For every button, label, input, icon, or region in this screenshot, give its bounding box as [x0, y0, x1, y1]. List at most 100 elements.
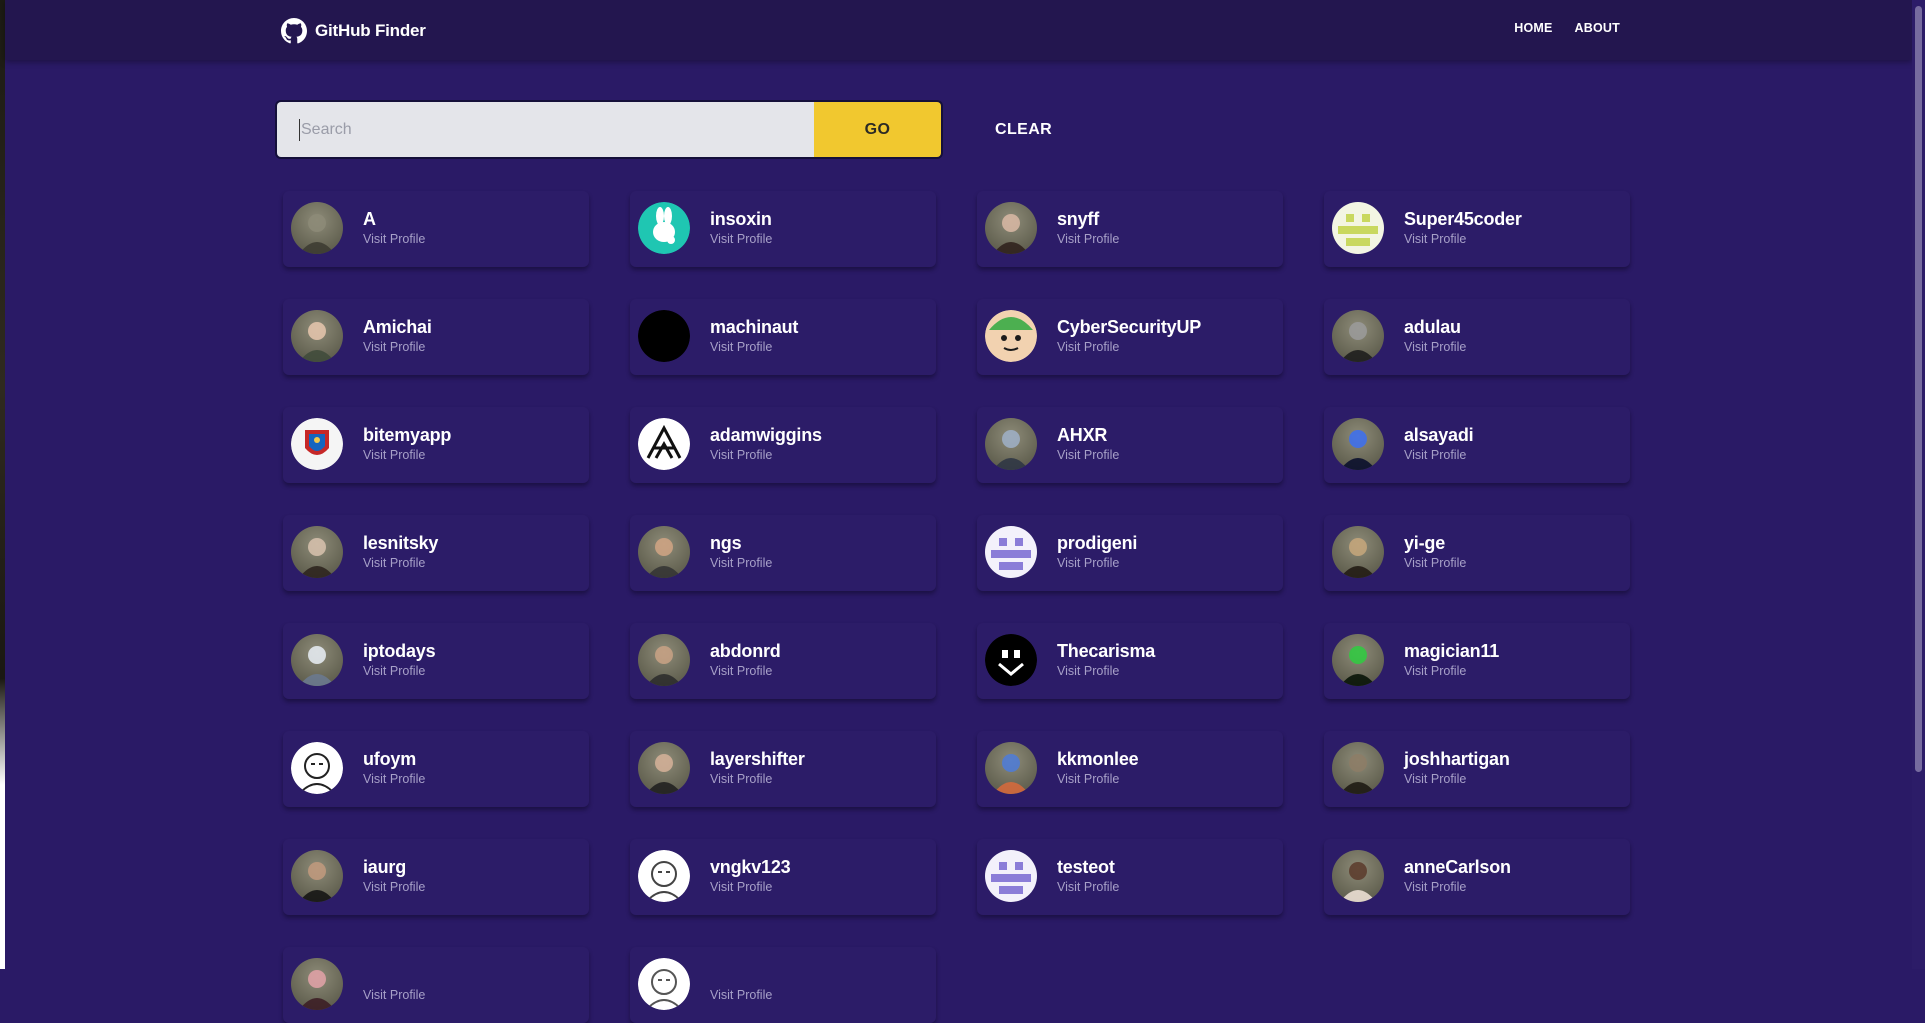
user-card[interactable]: insoxin Visit Profile: [630, 191, 936, 267]
user-avatar[interactable]: [638, 958, 690, 1010]
user-avatar[interactable]: [638, 526, 690, 578]
user-card[interactable]: joshhartigan Visit Profile: [1324, 731, 1630, 807]
user-card[interactable]: adamwiggins Visit Profile: [630, 407, 936, 483]
user-avatar[interactable]: [1332, 202, 1384, 254]
visit-profile-link[interactable]: Visit Profile: [710, 448, 772, 462]
user-card[interactable]: ufoym Visit Profile: [283, 731, 589, 807]
search-box: [275, 100, 814, 159]
user-avatar[interactable]: [638, 742, 690, 794]
user-avatar[interactable]: [985, 202, 1037, 254]
user-avatar[interactable]: [638, 202, 690, 254]
nav-about-link[interactable]: ABOUT: [1575, 21, 1620, 35]
clear-button[interactable]: CLEAR: [989, 120, 1058, 140]
user-avatar[interactable]: [291, 634, 343, 686]
user-avatar[interactable]: [291, 526, 343, 578]
go-button[interactable]: GO: [814, 100, 943, 159]
user-avatar[interactable]: [985, 742, 1037, 794]
user-card[interactable]: prodigeni Visit Profile: [977, 515, 1283, 591]
visit-profile-link[interactable]: Visit Profile: [1057, 664, 1119, 678]
visit-profile-link[interactable]: Visit Profile: [363, 664, 425, 678]
visit-profile-link[interactable]: Visit Profile: [1404, 880, 1466, 894]
visit-profile-link[interactable]: Visit Profile: [1057, 448, 1119, 462]
user-avatar[interactable]: [1332, 526, 1384, 578]
user-card[interactable]: abdonrd Visit Profile: [630, 623, 936, 699]
user-avatar[interactable]: [638, 850, 690, 902]
user-avatar[interactable]: [291, 202, 343, 254]
visit-profile-link[interactable]: Visit Profile: [710, 988, 772, 1002]
user-avatar[interactable]: [1332, 634, 1384, 686]
visit-profile-link[interactable]: Visit Profile: [363, 880, 425, 894]
visit-profile-link[interactable]: Visit Profile: [710, 340, 772, 354]
user-card[interactable]: Amichai Visit Profile: [283, 299, 589, 375]
user-avatar[interactable]: [985, 526, 1037, 578]
user-avatar[interactable]: [291, 958, 343, 1010]
user-avatar[interactable]: [1332, 418, 1384, 470]
user-avatar[interactable]: [638, 310, 690, 362]
user-card[interactable]: magician11 Visit Profile: [1324, 623, 1630, 699]
user-avatar[interactable]: [985, 850, 1037, 902]
user-avatar[interactable]: [1332, 310, 1384, 362]
user-avatar[interactable]: [1332, 742, 1384, 794]
user-avatar[interactable]: [291, 310, 343, 362]
user-card[interactable]: ngs Visit Profile: [630, 515, 936, 591]
user-card[interactable]: yi-ge Visit Profile: [1324, 515, 1630, 591]
visit-profile-link[interactable]: Visit Profile: [363, 988, 425, 1002]
visit-profile-link[interactable]: Visit Profile: [363, 340, 425, 354]
user-card[interactable]: iaurg Visit Profile: [283, 839, 589, 915]
user-avatar[interactable]: [1332, 850, 1384, 902]
visit-profile-link[interactable]: Visit Profile: [710, 664, 772, 678]
user-avatar[interactable]: [985, 418, 1037, 470]
user-card[interactable]: adulau Visit Profile: [1324, 299, 1630, 375]
visit-profile-link[interactable]: Visit Profile: [1057, 232, 1119, 246]
visit-profile-link[interactable]: Visit Profile: [710, 880, 772, 894]
user-card[interactable]: kkmonlee Visit Profile: [977, 731, 1283, 807]
user-card[interactable]: alsayadi Visit Profile: [1324, 407, 1630, 483]
user-card[interactable]: Visit Profile: [630, 947, 936, 1023]
user-card[interactable]: vngkv123 Visit Profile: [630, 839, 936, 915]
visit-profile-link[interactable]: Visit Profile: [363, 772, 425, 786]
visit-profile-link[interactable]: Visit Profile: [1404, 448, 1466, 462]
visit-profile-link[interactable]: Visit Profile: [1404, 664, 1466, 678]
user-card[interactable]: Super45coder Visit Profile: [1324, 191, 1630, 267]
visit-profile-link[interactable]: Visit Profile: [1404, 556, 1466, 570]
scrollbar[interactable]: [1912, 0, 1925, 969]
user-card[interactable]: iptodays Visit Profile: [283, 623, 589, 699]
visit-profile-link[interactable]: Visit Profile: [1057, 880, 1119, 894]
nav-home-link[interactable]: HOME: [1514, 21, 1552, 35]
search-input[interactable]: [299, 118, 814, 141]
user-card[interactable]: layershifter Visit Profile: [630, 731, 936, 807]
visit-profile-link[interactable]: Visit Profile: [363, 448, 425, 462]
visit-profile-link[interactable]: Visit Profile: [363, 232, 425, 246]
user-card[interactable]: Visit Profile: [283, 947, 589, 1023]
user-avatar[interactable]: [291, 418, 343, 470]
visit-profile-link[interactable]: Visit Profile: [1057, 772, 1119, 786]
user-card[interactable]: AHXR Visit Profile: [977, 407, 1283, 483]
user-avatar[interactable]: [985, 310, 1037, 362]
brand[interactable]: GitHub Finder: [281, 18, 426, 44]
user-card[interactable]: machinaut Visit Profile: [630, 299, 936, 375]
user-card[interactable]: Thecarisma Visit Profile: [977, 623, 1283, 699]
user-login: yi-ge: [1404, 533, 1446, 553]
visit-profile-link[interactable]: Visit Profile: [1404, 232, 1466, 246]
user-avatar[interactable]: [638, 418, 690, 470]
user-card[interactable]: anneCarlson Visit Profile: [1324, 839, 1630, 915]
visit-profile-link[interactable]: Visit Profile: [1057, 340, 1119, 354]
visit-profile-link[interactable]: Visit Profile: [1057, 556, 1119, 570]
visit-profile-link[interactable]: Visit Profile: [1404, 340, 1466, 354]
user-card[interactable]: bitemyapp Visit Profile: [283, 407, 589, 483]
visit-profile-link[interactable]: Visit Profile: [1404, 772, 1466, 786]
user-card[interactable]: snyff Visit Profile: [977, 191, 1283, 267]
visit-profile-link[interactable]: Visit Profile: [710, 232, 772, 246]
user-avatar[interactable]: [291, 850, 343, 902]
user-avatar[interactable]: [291, 742, 343, 794]
visit-profile-link[interactable]: Visit Profile: [710, 772, 772, 786]
user-card[interactable]: testeot Visit Profile: [977, 839, 1283, 915]
user-card[interactable]: A Visit Profile: [283, 191, 589, 267]
user-card[interactable]: CyberSecurityUP Visit Profile: [977, 299, 1283, 375]
scrollbar-thumb[interactable]: [1915, 6, 1922, 772]
user-avatar[interactable]: [985, 634, 1037, 686]
visit-profile-link[interactable]: Visit Profile: [363, 556, 425, 570]
visit-profile-link[interactable]: Visit Profile: [710, 556, 772, 570]
user-avatar[interactable]: [638, 634, 690, 686]
user-card[interactable]: lesnitsky Visit Profile: [283, 515, 589, 591]
